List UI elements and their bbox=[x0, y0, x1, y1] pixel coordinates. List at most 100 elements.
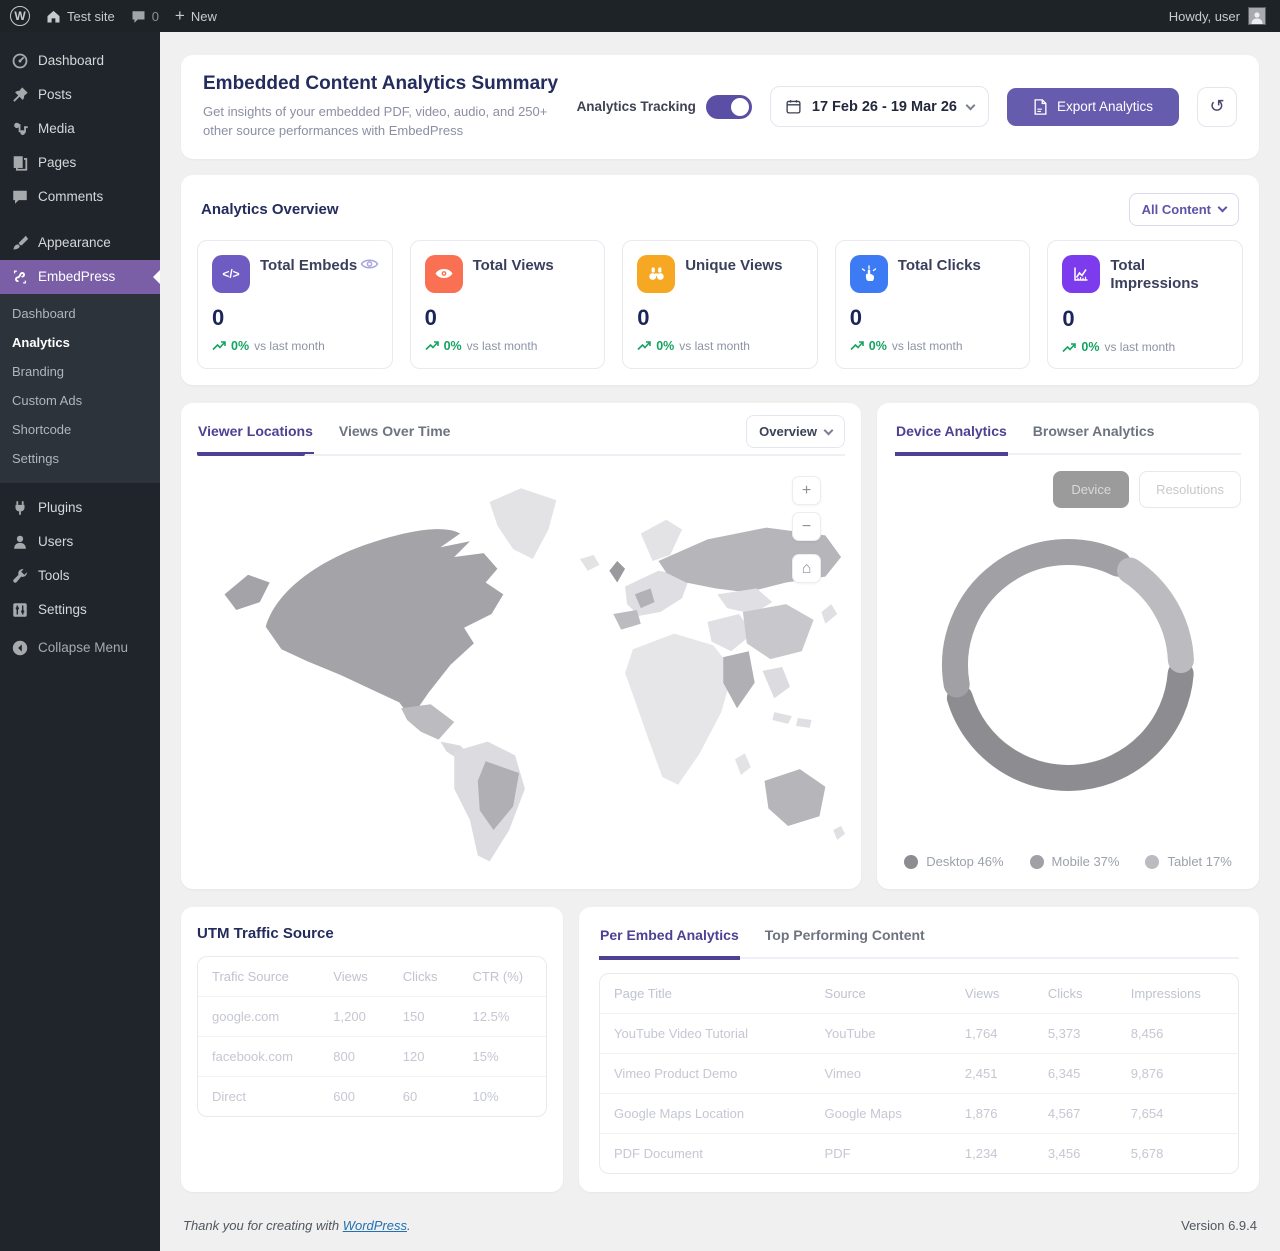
per-embed-table: Page Title Source Views Clicks Impressio… bbox=[600, 974, 1238, 1173]
eye-icon bbox=[425, 255, 463, 293]
utm-header: CTR (%) bbox=[459, 957, 546, 997]
analytics-tracking-toggle[interactable] bbox=[706, 95, 752, 119]
plus-icon: + bbox=[175, 6, 185, 26]
user-icon bbox=[11, 533, 29, 551]
stat-change: 0% bbox=[656, 339, 674, 353]
submenu-item-custom-ads[interactable]: Custom Ads bbox=[0, 386, 160, 415]
tab-top-performing-content[interactable]: Top Performing Content bbox=[764, 925, 926, 957]
embed-header: Views bbox=[951, 974, 1034, 1014]
sidebar-item-appearance[interactable]: Appearance bbox=[0, 226, 160, 260]
wordpress-logo-icon[interactable]: W bbox=[10, 6, 30, 26]
table-row: PDF DocumentPDF1,2343,4565,678 bbox=[600, 1134, 1238, 1174]
overview-dropdown-label: Overview bbox=[759, 424, 817, 439]
admin-bar-comments[interactable]: 0 bbox=[131, 9, 159, 24]
resolutions-button[interactable]: Resolutions bbox=[1139, 471, 1241, 508]
world-map[interactable] bbox=[197, 462, 845, 870]
wrench-icon bbox=[11, 567, 29, 585]
sidebar-item-dashboard[interactable]: Dashboard bbox=[0, 44, 160, 78]
utm-title: UTM Traffic Source bbox=[197, 925, 547, 942]
pin-icon bbox=[11, 86, 29, 104]
sidebar-item-tools[interactable]: Tools bbox=[0, 559, 160, 593]
sidebar-label: Plugins bbox=[38, 500, 82, 516]
submenu-item-branding[interactable]: Branding bbox=[0, 357, 160, 386]
submenu-item-analytics[interactable]: Analytics bbox=[0, 328, 160, 357]
wordpress-link[interactable]: WordPress bbox=[343, 1218, 407, 1233]
page-title: Embedded Content Analytics Summary bbox=[203, 73, 559, 95]
stat-title: Unique Views bbox=[685, 255, 782, 276]
stat-value: 0 bbox=[637, 305, 803, 331]
tab-device-analytics[interactable]: Device Analytics bbox=[895, 421, 1008, 456]
media-icon bbox=[11, 120, 29, 138]
sidebar-label: Comments bbox=[38, 189, 103, 205]
overview-dropdown[interactable]: Overview bbox=[746, 415, 845, 448]
sidebar-item-users[interactable]: Users bbox=[0, 525, 160, 559]
stat-title: Total Embeds bbox=[260, 255, 357, 276]
sidebar-label: Settings bbox=[38, 602, 87, 618]
stat-change: 0% bbox=[869, 339, 887, 353]
new-label: New bbox=[191, 9, 217, 24]
per-embed-analytics-card: Per Embed Analytics Top Performing Conte… bbox=[579, 907, 1259, 1192]
collapse-arrow-icon bbox=[11, 639, 29, 657]
sidebar-item-comments[interactable]: Comments bbox=[0, 180, 160, 214]
sidebar-item-pages[interactable]: Pages bbox=[0, 146, 160, 180]
sliders-icon bbox=[11, 601, 29, 619]
admin-footer: Thank you for creating with WordPress. V… bbox=[181, 1192, 1259, 1251]
donut-segment-tablet bbox=[1130, 571, 1181, 661]
code-icon: </> bbox=[212, 255, 250, 293]
eye-outline-icon[interactable] bbox=[360, 257, 379, 276]
legend-dot-mobile bbox=[1030, 855, 1044, 869]
tab-per-embed-analytics[interactable]: Per Embed Analytics bbox=[599, 925, 740, 960]
sidebar-item-posts[interactable]: Posts bbox=[0, 78, 160, 112]
device-button[interactable]: Device bbox=[1053, 471, 1129, 508]
utm-header: Clicks bbox=[389, 957, 459, 997]
utm-header: Views bbox=[319, 957, 389, 997]
header-card: Embedded Content Analytics Summary Get i… bbox=[181, 55, 1259, 159]
all-content-label: All Content bbox=[1142, 202, 1211, 217]
all-content-dropdown[interactable]: All Content bbox=[1129, 193, 1239, 226]
date-range-picker[interactable]: 17 Feb 26 - 19 Mar 26 bbox=[770, 86, 989, 127]
admin-bar-site[interactable]: Test site bbox=[46, 9, 115, 24]
sidebar-label: EmbedPress bbox=[38, 269, 115, 285]
submenu-item-settings[interactable]: Settings bbox=[0, 444, 160, 473]
sidebar-item-plugins[interactable]: Plugins bbox=[0, 491, 160, 525]
admin-bar-account[interactable]: Howdy, user bbox=[1169, 7, 1266, 25]
device-legend: Desktop 46% Mobile 37% Tablet 17% bbox=[895, 854, 1241, 873]
map-zoom-in-button[interactable]: + bbox=[792, 476, 821, 505]
legend-desktop: Desktop 46% bbox=[904, 854, 1003, 869]
footer-thanks: Thank you for creating with WordPress. bbox=[183, 1218, 411, 1233]
sidebar-item-media[interactable]: Media bbox=[0, 112, 160, 146]
site-name: Test site bbox=[67, 9, 115, 24]
comments-icon bbox=[11, 188, 29, 206]
map-zoom-out-button[interactable]: − bbox=[792, 512, 821, 541]
map-home-button[interactable]: ⌂ bbox=[792, 554, 821, 583]
export-analytics-button[interactable]: Export Analytics bbox=[1007, 88, 1179, 126]
avatar bbox=[1248, 7, 1266, 25]
calendar-icon bbox=[785, 98, 802, 115]
tab-views-over-time[interactable]: Views Over Time bbox=[338, 421, 452, 453]
sidebar-item-settings[interactable]: Settings bbox=[0, 593, 160, 627]
tracking-label: Analytics Tracking bbox=[577, 99, 696, 114]
submenu-item-shortcode[interactable]: Shortcode bbox=[0, 415, 160, 444]
stat-card-total-embeds: </> Total Embeds 0 0% vs last month bbox=[197, 240, 393, 370]
stat-value: 0 bbox=[850, 305, 1016, 331]
embed-header: Impressions bbox=[1117, 974, 1238, 1014]
donut-segment-mobile bbox=[955, 552, 1118, 684]
tab-browser-analytics[interactable]: Browser Analytics bbox=[1032, 421, 1156, 453]
viewer-locations-card: Viewer Locations Views Over Time Overvie… bbox=[181, 403, 861, 889]
tab-viewer-locations[interactable]: Viewer Locations bbox=[197, 421, 314, 456]
pdf-file-icon bbox=[1033, 99, 1048, 115]
sidebar-label: Dashboard bbox=[38, 53, 104, 69]
sidebar-item-embedpress[interactable]: EmbedPress bbox=[0, 260, 160, 294]
stat-card-row: </> Total Embeds 0 0% vs last month bbox=[197, 240, 1243, 370]
trend-up-icon bbox=[850, 340, 864, 351]
sidebar-collapse-menu[interactable]: Collapse Menu bbox=[0, 631, 160, 665]
trend-up-icon bbox=[212, 340, 226, 351]
submenu-item-dashboard[interactable]: Dashboard bbox=[0, 299, 160, 328]
table-row: facebook.com80012015% bbox=[198, 1037, 546, 1077]
sidebar-label: Pages bbox=[38, 155, 76, 171]
admin-bar-new[interactable]: + New bbox=[175, 6, 217, 26]
sidebar-label: Appearance bbox=[38, 235, 111, 251]
refresh-button[interactable]: ↺ bbox=[1197, 87, 1237, 127]
utm-traffic-card: UTM Traffic Source Trafic Source Views C… bbox=[181, 907, 563, 1192]
stat-card-total-impressions: Total Impressions 0 0% vs last month bbox=[1047, 240, 1243, 370]
